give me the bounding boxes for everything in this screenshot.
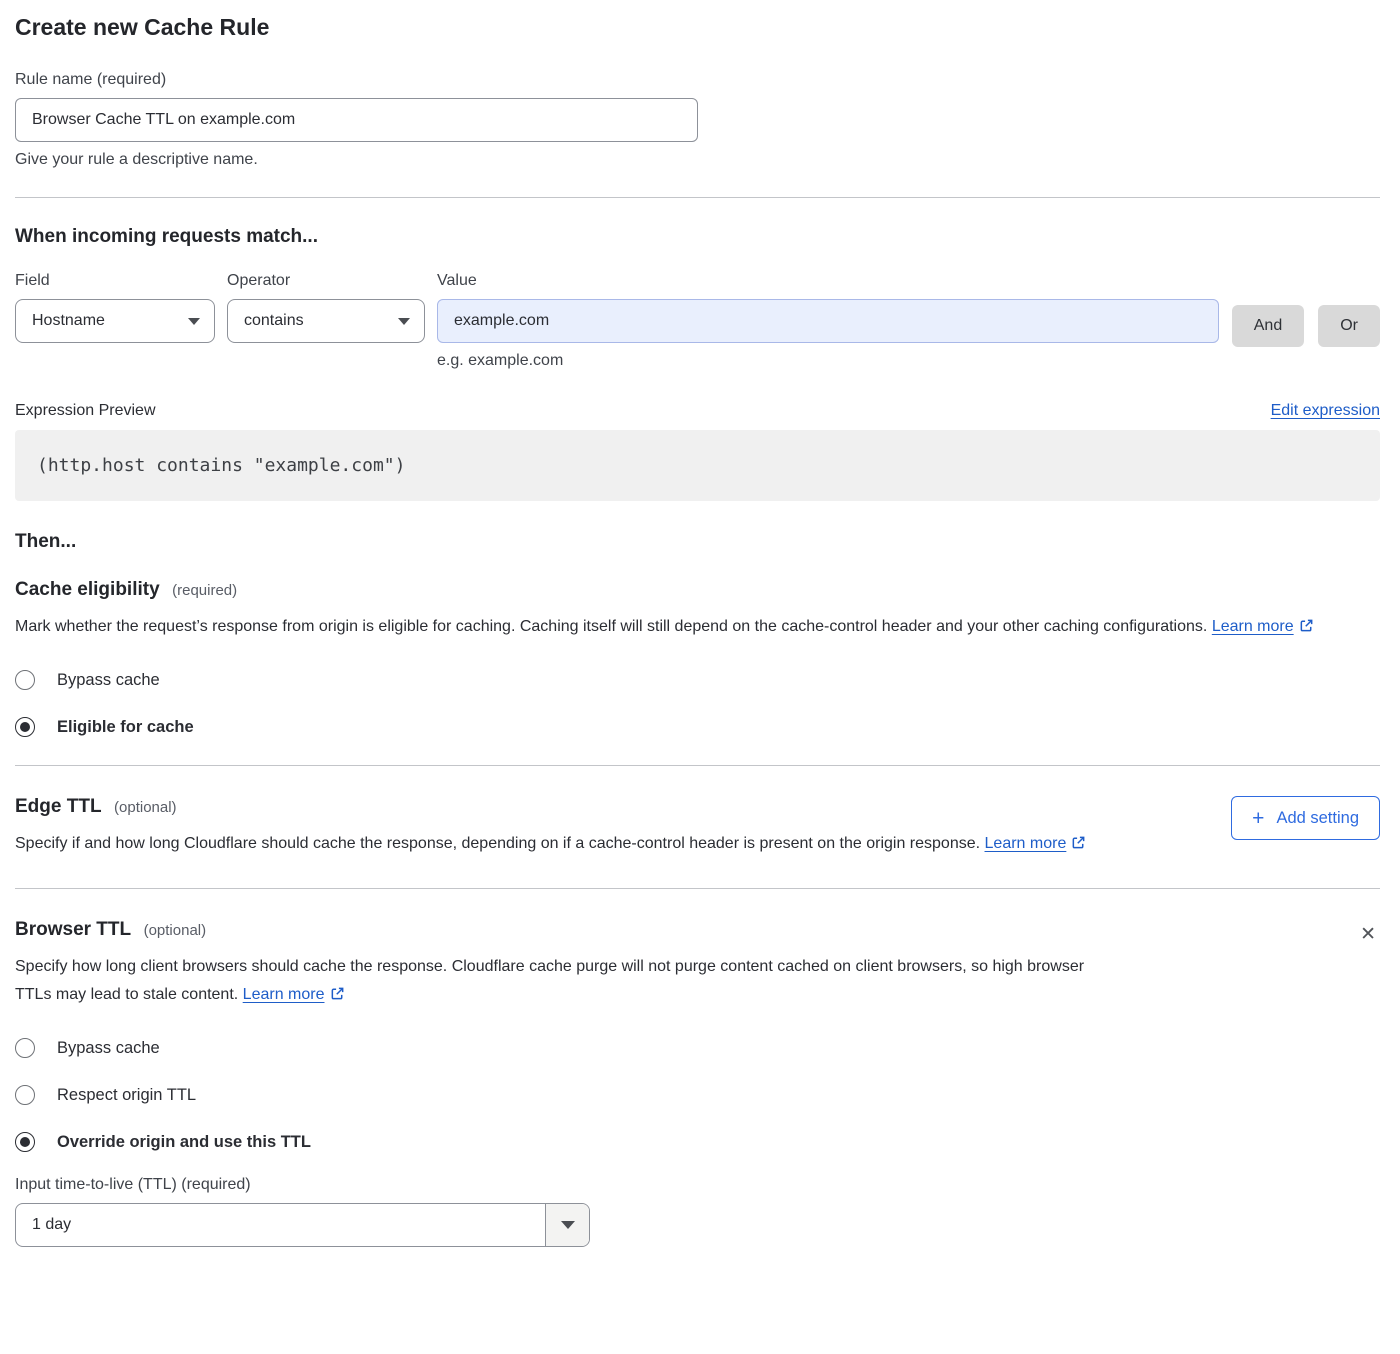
cache-eligibility-qualifier: (required) xyxy=(172,582,237,599)
browser-ttl-qualifier: (optional) xyxy=(144,922,207,939)
field-select[interactable]: Hostname xyxy=(15,299,215,343)
field-select-value: Hostname xyxy=(32,312,105,330)
browser-ttl-description: Specify how long client browsers should … xyxy=(15,958,1084,1003)
plus-icon: + xyxy=(1252,808,1264,829)
page-title: Create new Cache Rule xyxy=(15,14,1380,41)
learn-more-link[interactable]: Learn more xyxy=(1212,618,1294,635)
operator-select-value: contains xyxy=(244,312,304,330)
and-button[interactable]: And xyxy=(1232,305,1304,347)
edit-expression-link[interactable]: Edit expression xyxy=(1271,402,1380,420)
rule-name-input[interactable] xyxy=(15,98,698,142)
radio-option-bypass-cache[interactable]: Bypass cache xyxy=(15,670,1380,690)
value-helper: e.g. example.com xyxy=(437,352,1219,370)
external-link-icon xyxy=(1071,832,1086,860)
ttl-select-value: 1 day xyxy=(16,1204,545,1246)
rule-name-label: Rule name (required) xyxy=(15,71,1380,89)
match-heading: When incoming requests match... xyxy=(15,226,1380,248)
learn-more-link[interactable]: Learn more xyxy=(243,986,325,1003)
ttl-select[interactable]: 1 day xyxy=(15,1203,590,1247)
chevron-down-icon xyxy=(188,318,200,325)
external-link-icon xyxy=(1299,615,1314,643)
browser-ttl-title: Browser TTL xyxy=(15,919,131,940)
rule-name-helper: Give your rule a descriptive name. xyxy=(15,151,1380,169)
match-row: Field Hostname Operator contains Value e… xyxy=(15,272,1380,370)
field-label: Field xyxy=(15,272,215,290)
radio-label: Eligible for cache xyxy=(57,718,194,737)
radio-label: Respect origin TTL xyxy=(57,1086,196,1105)
radio-option-bypass-cache[interactable]: Bypass cache xyxy=(15,1038,1380,1058)
browser-ttl-section: Browser TTL (optional) Specify how long … xyxy=(15,919,1380,1247)
edge-ttl-section: Edge TTL (optional) Specify if and how l… xyxy=(15,796,1380,860)
radio-button[interactable] xyxy=(15,1132,35,1152)
value-input[interactable] xyxy=(437,299,1219,343)
divider xyxy=(15,765,1380,766)
value-label: Value xyxy=(437,272,1219,290)
radio-option-eligible-for-cache[interactable]: Eligible for cache xyxy=(15,717,1380,737)
edge-ttl-title: Edge TTL xyxy=(15,796,102,817)
then-heading: Then... xyxy=(15,531,1380,553)
or-button[interactable]: Or xyxy=(1318,305,1380,347)
radio-option-respect-origin-ttl[interactable]: Respect origin TTL xyxy=(15,1085,1380,1105)
operator-label: Operator xyxy=(227,272,425,290)
expression-preview-label: Expression Preview xyxy=(15,402,156,420)
add-setting-button[interactable]: + Add setting xyxy=(1231,796,1380,840)
expression-code: (http.host contains "example.com") xyxy=(15,430,1380,501)
divider xyxy=(15,197,1380,198)
chevron-down-icon[interactable] xyxy=(545,1204,589,1246)
radio-button[interactable] xyxy=(15,1038,35,1058)
radio-button[interactable] xyxy=(15,717,35,737)
radio-label: Bypass cache xyxy=(57,671,160,690)
divider xyxy=(15,888,1380,889)
radio-label: Bypass cache xyxy=(57,1039,160,1058)
radio-label: Override origin and use this TTL xyxy=(57,1133,311,1152)
cache-eligibility-description: Mark whether the request’s response from… xyxy=(15,618,1207,635)
cache-eligibility-section: Cache eligibility (required) Mark whethe… xyxy=(15,579,1380,737)
radio-button[interactable] xyxy=(15,1085,35,1105)
operator-select[interactable]: contains xyxy=(227,299,425,343)
close-icon[interactable]: ✕ xyxy=(1356,921,1380,948)
learn-more-link[interactable]: Learn more xyxy=(985,835,1067,852)
chevron-down-icon xyxy=(398,318,410,325)
cache-eligibility-title: Cache eligibility xyxy=(15,579,160,600)
radio-option-override-origin-ttl[interactable]: Override origin and use this TTL xyxy=(15,1132,1380,1152)
edge-ttl-description: Specify if and how long Cloudflare shoul… xyxy=(15,835,980,852)
external-link-icon xyxy=(330,983,345,1011)
ttl-label: Input time-to-live (TTL) (required) xyxy=(15,1176,1380,1194)
edge-ttl-qualifier: (optional) xyxy=(114,799,177,816)
radio-button[interactable] xyxy=(15,670,35,690)
